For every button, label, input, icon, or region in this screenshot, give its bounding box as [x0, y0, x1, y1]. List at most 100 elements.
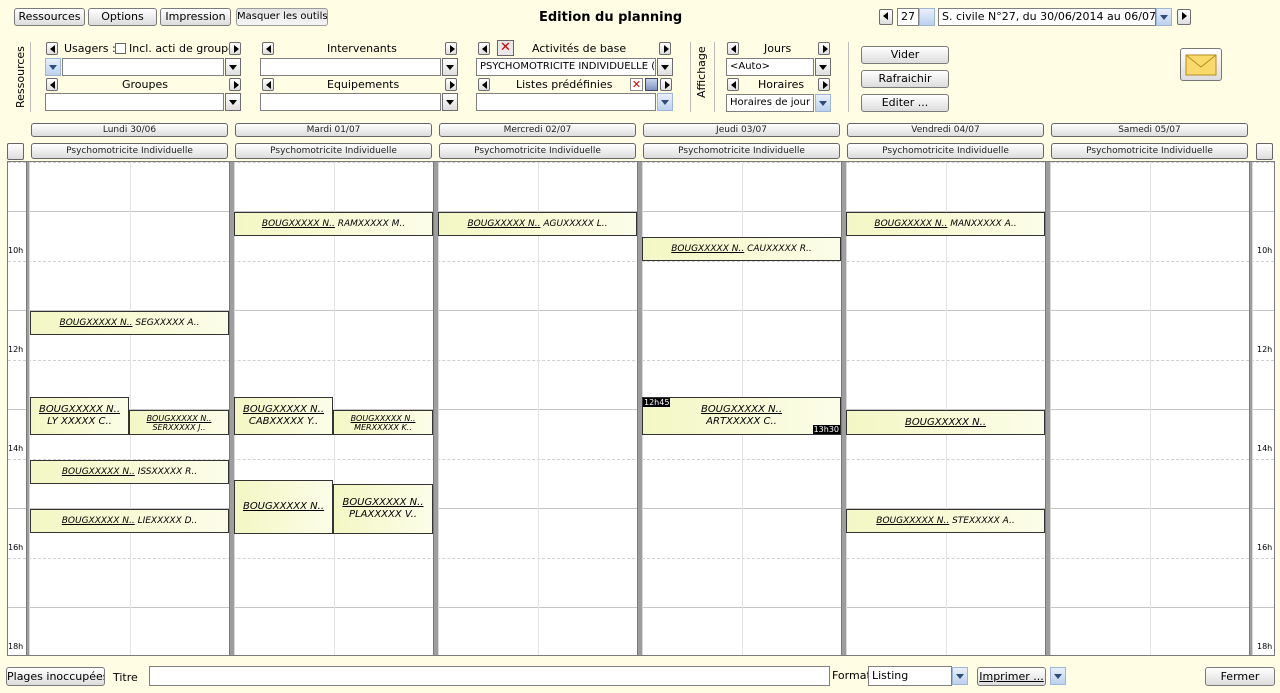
- day-header-fri[interactable]: Vendredi 04/07: [847, 123, 1044, 137]
- activite-dropdown[interactable]: [657, 58, 673, 76]
- event-provider: MANXXXXX A..: [947, 218, 1017, 229]
- activity-header-wed[interactable]: Psychomotricite Individuelle: [439, 143, 636, 159]
- select-all-right-button[interactable]: [1256, 143, 1273, 160]
- listes-prev[interactable]: [478, 78, 490, 91]
- groupes-dropdown[interactable]: [225, 93, 241, 111]
- activite-field[interactable]: PSYCHOMOTRICITE INDIVIDUELLE (6: [476, 58, 656, 76]
- next-week-button[interactable]: [1177, 9, 1191, 25]
- intervenants-dropdown[interactable]: [442, 58, 458, 76]
- event-block[interactable]: BOUGXXXXX N.. MERXXXXX K..: [333, 410, 433, 435]
- horaires-field[interactable]: Horaires de jour: [726, 94, 814, 112]
- day-header-thu[interactable]: Jeudi 03/07: [643, 123, 840, 137]
- activity-header-thu[interactable]: Psychomotricite Individuelle: [643, 143, 840, 159]
- event-block[interactable]: BOUGXXXXX N.. PLAXXXXX V..: [333, 484, 433, 534]
- activites-next[interactable]: [659, 42, 671, 55]
- event-block[interactable]: 12h45 BOUGXXXXX N.. ARTXXXXX C.. 13h30: [642, 397, 841, 435]
- groupes-prev[interactable]: [46, 78, 58, 91]
- ressources-button[interactable]: Ressources: [14, 8, 85, 26]
- clear-filter-icon[interactable]: ✕: [497, 40, 514, 56]
- format-select[interactable]: Listing: [868, 666, 952, 686]
- event-block[interactable]: BOUGXXXXX N.. CAUXXXXX R..: [642, 237, 841, 261]
- event-block[interactable]: BOUGXXXXX N.. AGUXXXXX L..: [438, 212, 637, 236]
- imprimer-dropdown[interactable]: [1050, 667, 1066, 685]
- vider-button[interactable]: Vider: [861, 46, 949, 64]
- groupes-field[interactable]: [45, 93, 224, 111]
- usagers-dropdown[interactable]: [225, 58, 241, 76]
- day-header-sat[interactable]: Samedi 05/07: [1051, 123, 1248, 137]
- save-list-icon[interactable]: [645, 78, 658, 91]
- horaires-prev[interactable]: [727, 78, 739, 91]
- activity-header-mon[interactable]: Psychomotricite Individuelle: [31, 143, 228, 159]
- event-block[interactable]: BOUGXXXXX N.. ISSXXXXX R..: [30, 460, 229, 484]
- horaires-next[interactable]: [818, 78, 830, 91]
- event-block[interactable]: BOUGXXXXX N.. CABXXXXX Y..: [234, 397, 333, 435]
- intervenants-field[interactable]: [260, 58, 441, 76]
- event-provider: MERXXXXX K..: [354, 422, 412, 432]
- jours-next[interactable]: [818, 42, 830, 55]
- equipements-dropdown[interactable]: [442, 93, 458, 111]
- event-end-time: 13h30: [812, 425, 840, 434]
- impression-button[interactable]: Impression: [160, 8, 231, 26]
- plages-inoccupees-button[interactable]: Plages inoccupées: [6, 667, 105, 686]
- options-button[interactable]: Options: [88, 8, 157, 26]
- event-block[interactable]: BOUGXXXXX N.. LIEXXXXX D..: [30, 509, 229, 533]
- event-block[interactable]: BOUGXXXXX N.. SERXXXXX J..: [129, 410, 229, 435]
- listes-next[interactable]: [660, 78, 672, 91]
- equipements-prev[interactable]: [262, 78, 274, 91]
- day-header-mon[interactable]: Lundi 30/06: [31, 123, 228, 137]
- event-block[interactable]: BOUGXXXXX N.. RAMXXXXX M..: [234, 212, 433, 236]
- fermer-button[interactable]: Fermer: [1205, 667, 1275, 686]
- intervenants-prev[interactable]: [262, 42, 274, 55]
- prev-week-button[interactable]: [879, 9, 893, 25]
- affichage-label: Affichage: [695, 46, 708, 98]
- event-provider: CAUXXXXX R..: [744, 243, 812, 254]
- usagers-field[interactable]: [62, 58, 224, 76]
- imprimer-button[interactable]: Imprimer ...: [977, 667, 1046, 686]
- event-block[interactable]: BOUGXXXXX N.. STEXXXXX A..: [846, 509, 1045, 533]
- hour-label-right: 10h: [1257, 246, 1273, 255]
- activites-prev[interactable]: [478, 42, 490, 55]
- incl-groupe-checkbox[interactable]: [115, 43, 126, 54]
- event-provider: AGUXXXXX L..: [540, 218, 608, 229]
- event-provider: STEXXXXX A..: [949, 515, 1015, 526]
- jours-prev[interactable]: [727, 42, 739, 55]
- select-all-left-button[interactable]: [7, 143, 24, 160]
- masquer-outils-button[interactable]: Masquer les outils: [236, 8, 328, 26]
- equipements-next[interactable]: [445, 78, 457, 91]
- activity-header-sat[interactable]: Psychomotricite Individuelle: [1051, 143, 1248, 159]
- day-header-wed[interactable]: Mercredi 02/07: [439, 123, 636, 137]
- jours-dropdown[interactable]: [815, 58, 831, 76]
- week-dropdown-icon[interactable]: [1156, 8, 1172, 26]
- day-header-tue[interactable]: Mardi 01/07: [235, 123, 432, 137]
- listes-dropdown[interactable]: [657, 93, 673, 111]
- rafraichir-button[interactable]: Rafraichir: [861, 70, 949, 88]
- event-patient: BOUGXXXXX N..: [342, 497, 424, 508]
- horaires-dropdown[interactable]: [815, 94, 831, 112]
- activity-header-fri[interactable]: Psychomotricite Individuelle: [847, 143, 1044, 159]
- activity-header-tue[interactable]: Psychomotricite Individuelle: [235, 143, 432, 159]
- usagers-next[interactable]: [229, 42, 241, 55]
- event-block[interactable]: BOUGXXXXX N..: [234, 480, 333, 534]
- event-block[interactable]: BOUGXXXXX N..: [846, 410, 1045, 435]
- week-number-field[interactable]: 27: [897, 8, 919, 26]
- event-block[interactable]: BOUGXXXXX N.. SEGXXXXX A..: [30, 311, 229, 335]
- format-label: Format: [832, 669, 871, 682]
- event-block[interactable]: BOUGXXXXX N.. MANXXXXX A..: [846, 212, 1045, 236]
- equipements-field[interactable]: [260, 93, 441, 111]
- week-spinner-icon[interactable]: [919, 8, 935, 26]
- jours-field[interactable]: <Auto>: [726, 58, 814, 76]
- event-provider: LIEXXXXX D..: [134, 515, 198, 526]
- format-dropdown[interactable]: [952, 667, 968, 685]
- usagers-picker-icon[interactable]: [45, 58, 61, 76]
- editer-button[interactable]: Editer ...: [861, 94, 949, 112]
- usagers-prev[interactable]: [46, 42, 58, 55]
- groupes-next[interactable]: [229, 78, 241, 91]
- calendar-grid[interactable]: [7, 161, 1275, 656]
- mail-button[interactable]: [1180, 48, 1222, 81]
- delete-list-icon[interactable]: ✕: [630, 78, 643, 91]
- titre-input[interactable]: [149, 666, 830, 686]
- week-select[interactable]: S. civile N°27, du 30/06/2014 au 06/07/2…: [938, 8, 1156, 26]
- event-block[interactable]: BOUGXXXXX N.. LY XXXXX C..: [30, 397, 129, 435]
- intervenants-next[interactable]: [445, 42, 457, 55]
- listes-field[interactable]: [476, 93, 656, 111]
